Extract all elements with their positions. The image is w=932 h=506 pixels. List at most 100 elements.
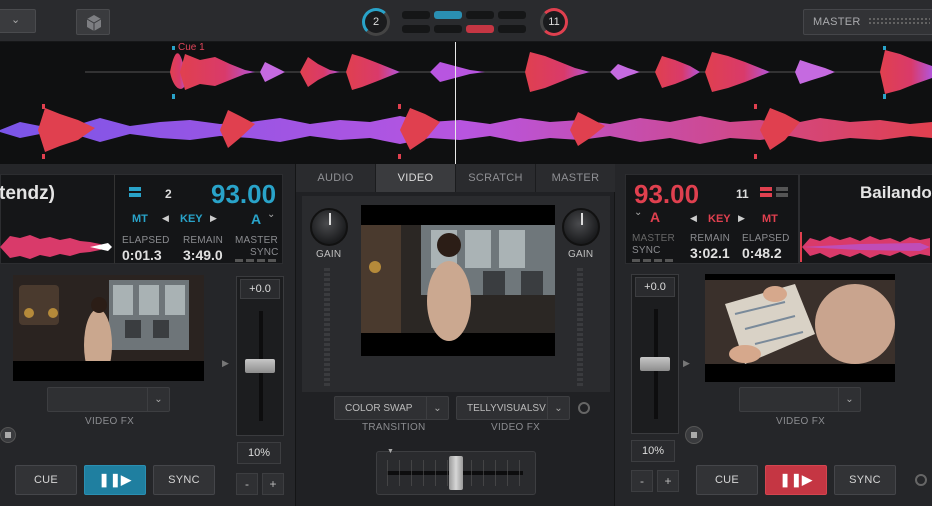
play-pause-icon: ❚❚▶ xyxy=(98,472,132,487)
right-loop-button[interactable] xyxy=(685,426,703,444)
right-deck: 93.00 11 ⌄ A ◀ KEY ▶ MT MASTER SYNC REMA… xyxy=(615,164,932,506)
right-pitch-value[interactable]: +0.0 xyxy=(635,277,675,297)
left-pitch-value[interactable]: +0.0 xyxy=(240,279,280,299)
right-video-fx-select[interactable]: ⌄ xyxy=(739,387,861,412)
tab-master[interactable]: MASTER xyxy=(536,164,616,192)
left-level-meter xyxy=(324,268,330,388)
layer-icon xyxy=(760,187,772,191)
master-video-preview[interactable] xyxy=(361,205,555,356)
left-cue-button[interactable]: CUE xyxy=(15,465,77,495)
pad-1[interactable] xyxy=(402,11,430,19)
crossfader-panel: ▼ xyxy=(376,448,536,495)
right-pitch-minus[interactable]: - xyxy=(631,470,653,492)
play-pause-icon: ❚❚▶ xyxy=(779,472,813,487)
pad-8[interactable] xyxy=(498,25,526,33)
elapsed-time[interactable]: 0:01.3 xyxy=(122,247,162,263)
top-bar: ⌄ 2 11 MASTER xyxy=(0,0,932,42)
left-video-preview[interactable] xyxy=(13,275,204,381)
right-pitch-slider[interactable] xyxy=(640,357,670,371)
remain-time[interactable]: 3:02.1 xyxy=(690,245,730,261)
key-next-icon[interactable]: ▶ xyxy=(738,213,745,224)
tab-video[interactable]: VIDEO xyxy=(376,164,456,192)
master-label[interactable]: MASTER xyxy=(235,235,278,246)
key-value: A xyxy=(251,211,262,227)
track-title: Bailando xyxy=(860,183,932,202)
tab-audio[interactable]: AUDIO xyxy=(296,164,376,192)
mt-toggle[interactable]: MT xyxy=(762,213,778,225)
key-label: KEY xyxy=(708,213,731,225)
key-prev-icon[interactable]: ◀ xyxy=(690,213,697,224)
right-play-button[interactable]: ❚❚▶ xyxy=(765,465,827,495)
left-mini-waveform[interactable] xyxy=(0,232,114,262)
pad-4[interactable] xyxy=(498,11,526,19)
left-pitch-slider[interactable] xyxy=(245,359,275,373)
key-prev-icon[interactable]: ◀ xyxy=(162,213,169,224)
left-pitch-minus[interactable]: - xyxy=(236,473,258,495)
right-cue-button[interactable]: CUE xyxy=(696,465,758,495)
top-waveform xyxy=(0,46,932,159)
tab-scratch[interactable]: SCRATCH xyxy=(456,164,536,192)
left-video-fx-select[interactable]: ⌄ xyxy=(47,387,170,412)
elapsed-label: ELAPSED xyxy=(122,235,170,246)
sync-label[interactable]: SYNC xyxy=(632,245,661,256)
left-video-fx-label: VIDEO FX xyxy=(85,416,135,427)
cube-button[interactable] xyxy=(76,9,110,35)
center-mixer: AUDIO VIDEO SCRATCH MASTER GAIN GAIN COL… xyxy=(295,164,616,506)
right-pitch-plus[interactable]: + xyxy=(657,470,679,492)
layer-icon xyxy=(129,187,141,191)
mt-toggle[interactable]: MT xyxy=(132,213,148,225)
transition-label: TRANSITION xyxy=(362,422,426,433)
chevron-down-icon: ⌄ xyxy=(147,388,169,411)
left-pitch-plus[interactable]: + xyxy=(262,473,284,495)
settings-gear-icon[interactable] xyxy=(915,474,927,486)
cube-icon xyxy=(86,15,102,31)
pad-5[interactable] xyxy=(402,25,430,33)
pad-3[interactable] xyxy=(466,11,494,19)
pad-6[interactable] xyxy=(434,25,462,33)
layer-number: 11 xyxy=(736,187,749,201)
right-layer-counter[interactable]: 11 xyxy=(540,8,568,36)
transition-select[interactable]: COLOR SWAP ⌄ xyxy=(334,396,449,420)
left-play-button[interactable]: ❚❚▶ xyxy=(84,465,146,495)
chevron-down-icon: ⌄ xyxy=(547,397,569,419)
pad-2[interactable] xyxy=(434,11,462,19)
mixer-tabs: AUDIO VIDEO SCRATCH MASTER xyxy=(296,164,616,192)
crossfader-handle[interactable] xyxy=(449,456,463,490)
left-layer-counter[interactable]: 2 xyxy=(362,8,390,36)
right-arrow-icon[interactable]: ▶ xyxy=(683,358,690,369)
right-pitch-panel: +0.0 xyxy=(631,274,679,434)
right-gain-knob[interactable] xyxy=(562,208,600,246)
left-pitch-range[interactable]: 10% xyxy=(237,442,281,464)
left-loop-button[interactable] xyxy=(0,427,16,443)
key-dropdown-icon[interactable]: ⌄ xyxy=(634,207,642,218)
left-arrow-icon[interactable]: ▶ xyxy=(222,358,229,369)
right-sync-button[interactable]: SYNC xyxy=(834,465,896,495)
left-gain-knob[interactable] xyxy=(310,208,348,246)
remain-label: REMAIN xyxy=(183,235,224,246)
pad-7[interactable] xyxy=(466,25,494,33)
chevron-down-icon: ⌄ xyxy=(838,388,860,411)
right-mini-waveform[interactable] xyxy=(800,232,932,262)
key-dropdown-icon[interactable]: ⌄ xyxy=(267,209,275,220)
remain-label: REMAIN xyxy=(690,233,731,244)
right-level-meter xyxy=(577,268,583,388)
elapsed-time[interactable]: 0:48.2 xyxy=(742,245,782,261)
master-video-fx-label: VIDEO FX xyxy=(491,422,541,433)
dot-icon xyxy=(691,432,697,438)
key-next-icon[interactable]: ▶ xyxy=(210,213,217,224)
remain-time[interactable]: 3:49.0 xyxy=(183,247,223,263)
master-label[interactable]: MASTER xyxy=(632,233,675,244)
transition-value: COLOR SWAP xyxy=(345,403,413,414)
sync-indicator xyxy=(235,259,279,262)
master-video-fx-select[interactable]: TELLYVISUALSV ⌄ xyxy=(456,396,570,420)
video-still xyxy=(705,274,895,382)
right-pitch-range[interactable]: 10% xyxy=(631,440,675,462)
left-sync-button[interactable]: SYNC xyxy=(153,465,215,495)
playhead xyxy=(455,42,456,164)
gear-icon[interactable] xyxy=(578,402,590,414)
key-label: KEY xyxy=(180,213,203,225)
left-deck-menu-button[interactable]: ⌄ xyxy=(0,9,36,33)
sync-label[interactable]: SYNC xyxy=(250,247,279,258)
waveform-overview[interactable]: Cue 1 xyxy=(0,42,932,164)
right-video-preview[interactable] xyxy=(705,274,895,382)
